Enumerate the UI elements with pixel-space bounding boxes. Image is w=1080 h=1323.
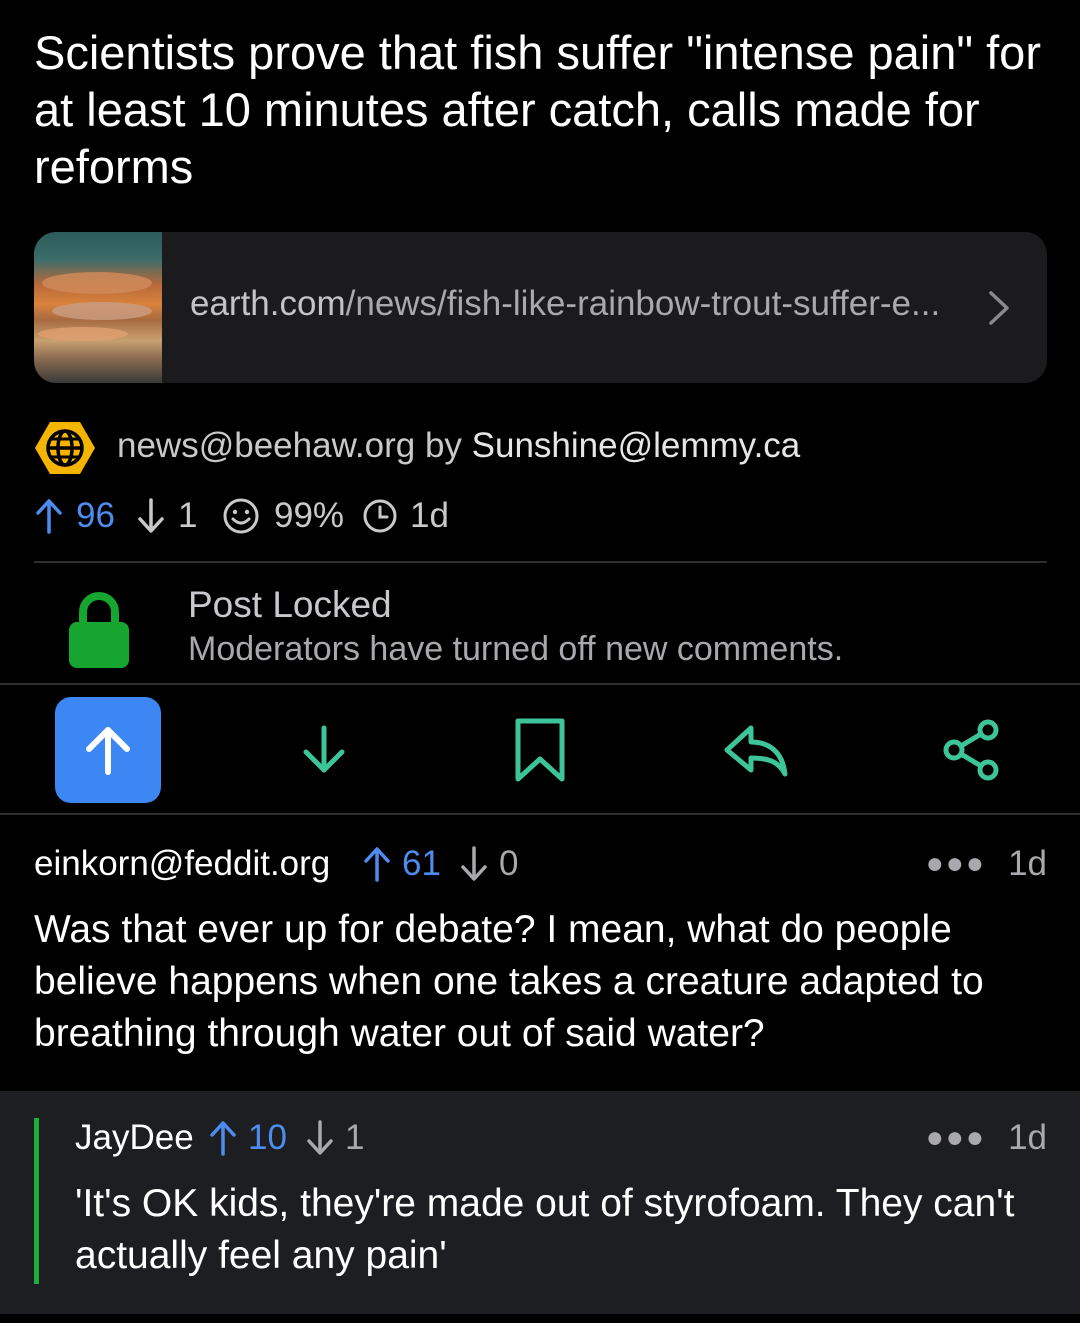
chevron-right-icon [989,291,1009,325]
post-locked-subtitle: Moderators have turned off new comments. [188,630,844,668]
comment-author[interactable]: JayDee [75,1118,194,1158]
downvote-button[interactable] [271,697,377,803]
more-options-icon[interactable]: ●●● [926,1121,986,1155]
smiley-icon [223,498,259,534]
downvote-arrow-icon [138,498,164,533]
link-domain: earth.com [190,284,346,323]
link-preview-card[interactable]: earth.com/news/fish-like-rainbow-trout-s… [34,232,1047,383]
upvote-arrow-icon [364,847,390,882]
arrow-up-icon [86,727,130,775]
comment-votes: 10 1 [208,1118,364,1158]
score-percent: 99% [274,496,345,535]
comment-header: JayDee 10 1 ●●● 1d [75,1118,1047,1162]
author-name[interactable]: Sunshine@lemmy.ca [472,426,801,465]
upvote-count: 96 [76,496,115,535]
upvote-arrow-icon [210,1121,236,1156]
comment-body: 'It's OK kids, they're made out of styro… [75,1182,1015,1277]
community-globe-icon[interactable] [34,420,96,476]
comment-body: Was that ever up for debate? I mean, wha… [34,908,984,1055]
post-title: Scientists prove that fish suffer "inten… [34,26,1041,193]
arrow-down-icon [303,725,345,773]
reply-button[interactable] [703,697,809,803]
downvote-arrow-icon [307,1120,333,1155]
bookmark-icon [515,718,565,782]
comment-age: 1d [1008,1118,1047,1157]
comment-downvote-count: 1 [344,1118,365,1157]
divider [34,561,1047,563]
divider [0,813,1080,815]
community-name[interactable]: news@beehaw.org [117,426,415,465]
post-age: 1d [410,496,449,535]
reply-icon [724,725,788,777]
upvote-arrow-icon [36,499,62,534]
downvote-count: 1 [178,496,198,535]
link-path: /news/fish-like-rainbow-trout-suffer-e..… [345,284,941,323]
link-url: earth.com/news/fish-like-rainbow-trout-s… [190,284,940,324]
by-label: by [424,426,462,465]
save-button[interactable] [487,697,593,803]
clock-icon [363,499,397,533]
upvote-button[interactable] [55,697,161,803]
lock-icon [69,592,129,668]
post-locked-title: Post Locked [188,584,392,625]
more-options-icon[interactable]: ●●● [926,847,986,881]
comment-downvote-count: 0 [498,844,519,883]
comment-votes: 61 0 [362,844,518,884]
comment-header: einkorn@feddit.org 61 0 ●●● 1d [34,844,1047,888]
share-button[interactable] [919,697,1025,803]
comment-upvote-count: 61 [402,844,441,883]
link-thumbnail [34,232,162,383]
comment-age: 1d [1008,844,1047,883]
downvote-arrow-icon [461,846,487,881]
share-icon [943,719,999,781]
post-action-bar [0,685,1080,813]
comment-upvote-count: 10 [248,1118,287,1157]
thread-depth-bar [34,1118,39,1284]
comment-author[interactable]: einkorn@feddit.org [34,844,330,884]
